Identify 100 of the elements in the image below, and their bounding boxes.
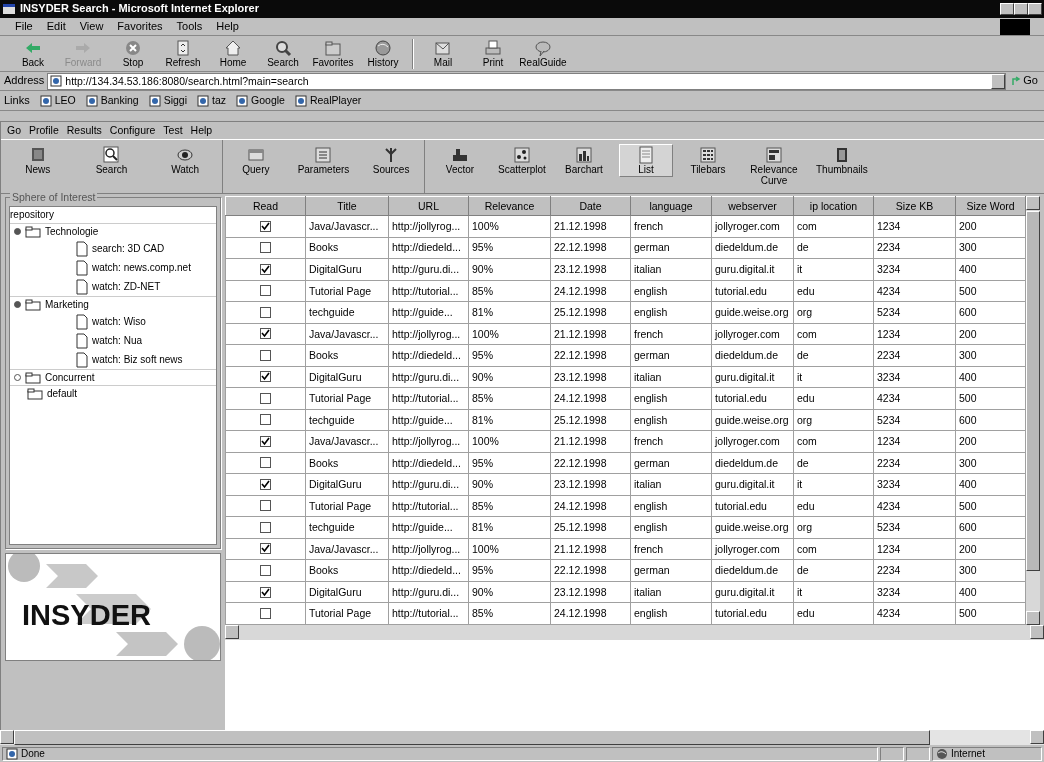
- toolbar-button[interactable]: Vector: [433, 144, 487, 177]
- column-header[interactable]: Relevance: [468, 196, 551, 216]
- toolbar-button[interactable]: Stop: [108, 39, 158, 69]
- toolbar-button[interactable]: Print: [468, 39, 518, 69]
- menu-item[interactable]: Profile: [29, 124, 59, 137]
- tree-item[interactable]: default: [47, 387, 78, 400]
- column-header[interactable]: Date: [550, 196, 631, 216]
- tree-item[interactable]: repository: [10, 209, 54, 221]
- menu-item[interactable]: Go: [7, 124, 21, 137]
- link-button[interactable]: LEO: [39, 94, 76, 107]
- toolbar-button[interactable]: Thumbnails: [813, 144, 871, 177]
- menu-item[interactable]: View: [78, 19, 105, 34]
- toolbar-button[interactable]: Relevance Curve: [743, 144, 805, 188]
- menu-item[interactable]: Edit: [45, 19, 67, 34]
- toolbar-button[interactable]: Refresh: [158, 39, 208, 69]
- expanded-bullet[interactable]: [14, 301, 21, 308]
- checkbox[interactable]: [260, 392, 271, 404]
- menu-item[interactable]: Favorites: [116, 19, 164, 34]
- tree-item[interactable]: watch: ZD-NET: [92, 280, 161, 293]
- globe-icon: [373, 39, 393, 57]
- menu-item[interactable]: File: [14, 19, 34, 34]
- status-pane: [906, 746, 930, 761]
- maximize-button[interactable]: [1014, 3, 1028, 15]
- go-button[interactable]: Go: [1009, 74, 1040, 88]
- checkbox[interactable]: [260, 328, 271, 340]
- checkbox[interactable]: [260, 306, 271, 318]
- toolbar-button[interactable]: Sources: [364, 144, 419, 177]
- toolbar-button[interactable]: Scatterplot: [495, 144, 549, 177]
- column-header[interactable]: Size KB: [873, 196, 956, 216]
- folder-icon: [323, 39, 343, 57]
- tree-item[interactable]: watch: Wiso: [92, 315, 146, 328]
- checkbox[interactable]: [260, 478, 271, 490]
- horizontal-scrollbar[interactable]: [225, 625, 1044, 640]
- toolbar-button[interactable]: Search: [84, 144, 139, 177]
- checkbox[interactable]: [260, 242, 271, 254]
- toolbar-button[interactable]: History: [358, 39, 408, 69]
- toolbar-button[interactable]: Mail: [418, 39, 468, 69]
- checkbox[interactable]: [260, 608, 271, 620]
- checkbox[interactable]: [260, 586, 271, 598]
- tree-item[interactable]: Marketing: [45, 298, 89, 311]
- toolbar-button[interactable]: Query: [228, 144, 283, 177]
- checkbox[interactable]: [260, 435, 271, 447]
- tree-item[interactable]: watch: Biz soft news: [92, 353, 183, 366]
- dropdown-button[interactable]: [991, 73, 1006, 89]
- checkbox[interactable]: [260, 371, 271, 383]
- toolbar-button[interactable]: Watch: [158, 144, 213, 177]
- page-icon: [85, 94, 98, 107]
- address-field[interactable]: http://134.34.53.186:8080/search.html?main=search: [47, 72, 1007, 90]
- column-header[interactable]: Read: [225, 196, 306, 216]
- group-title: Sphere of Interest: [10, 191, 98, 204]
- link-button[interactable]: RealPlayer: [294, 94, 362, 107]
- logo-text: INSYDER: [22, 598, 151, 633]
- tree-item[interactable]: Technologie: [45, 225, 99, 238]
- home-icon: [223, 39, 243, 57]
- menu-item[interactable]: Tools: [175, 19, 204, 34]
- toolbar-button[interactable]: Barchart: [557, 144, 611, 177]
- horizontal-scrollbar[interactable]: [0, 730, 1044, 745]
- link-button[interactable]: Google: [236, 94, 285, 107]
- toolbar-button[interactable]: List: [619, 144, 673, 177]
- column-header[interactable]: ip location: [793, 196, 874, 216]
- checkbox[interactable]: [260, 543, 271, 555]
- checkbox[interactable]: [260, 220, 271, 232]
- link-button[interactable]: Banking: [85, 94, 139, 107]
- toolbar-button[interactable]: News: [10, 144, 65, 177]
- column-header[interactable]: language: [630, 196, 712, 216]
- checkbox[interactable]: [260, 565, 271, 576]
- checkbox[interactable]: [260, 285, 271, 297]
- column-header[interactable]: Title: [305, 196, 389, 216]
- toolbar-button[interactable]: Favorites: [308, 39, 358, 69]
- column-header[interactable]: URL: [388, 196, 469, 216]
- tree-item[interactable]: watch: news.comp.net: [92, 261, 191, 274]
- checkbox[interactable]: [260, 521, 271, 533]
- checkbox[interactable]: [260, 500, 271, 512]
- checkbox[interactable]: [260, 349, 271, 361]
- expanded-bullet[interactable]: [14, 228, 21, 235]
- checkbox[interactable]: [260, 263, 271, 275]
- column-header[interactable]: webserver: [711, 196, 794, 216]
- toolbar-button[interactable]: Back: [8, 39, 58, 69]
- menu-item[interactable]: Help: [190, 124, 213, 137]
- menu-item[interactable]: Test: [163, 124, 183, 137]
- toolbar-button[interactable]: Home: [208, 39, 258, 69]
- minimize-button[interactable]: [1000, 3, 1014, 15]
- link-button[interactable]: taz: [197, 94, 227, 107]
- menu-item[interactable]: Results: [66, 124, 102, 137]
- vertical-scrollbar[interactable]: [1026, 196, 1040, 625]
- tree-item[interactable]: search: 3D CAD: [92, 242, 165, 255]
- checkbox[interactable]: [260, 457, 271, 469]
- link-button[interactable]: Siggi: [148, 94, 187, 107]
- menu-item[interactable]: Help: [215, 19, 240, 34]
- menu-item[interactable]: Configure: [109, 124, 156, 137]
- checkbox[interactable]: [260, 414, 271, 426]
- toolbar-button[interactable]: RealGuide: [518, 39, 568, 69]
- close-button[interactable]: [1028, 3, 1042, 15]
- toolbar-button[interactable]: Search: [258, 39, 308, 69]
- toolbar-button[interactable]: Parameters: [294, 144, 353, 177]
- page-icon: [50, 75, 63, 87]
- toolbar-button[interactable]: Tilebars: [681, 144, 735, 177]
- tree-item[interactable]: watch: Nua: [92, 334, 143, 347]
- tree-item[interactable]: Concurrent: [45, 371, 95, 384]
- column-header[interactable]: Size Word: [955, 196, 1026, 216]
